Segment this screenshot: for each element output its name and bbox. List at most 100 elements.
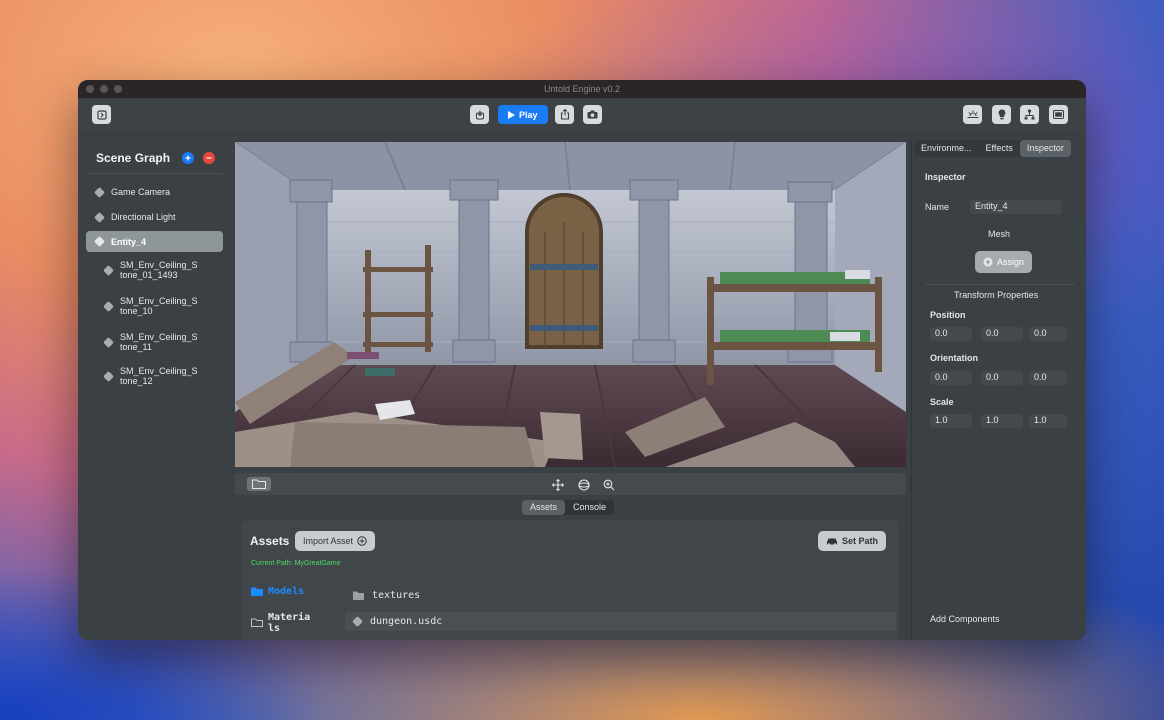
camera-button[interactable] xyxy=(583,105,602,124)
tab-effects[interactable]: Effects xyxy=(979,140,1020,157)
scale-y-field[interactable]: 1.0 xyxy=(981,414,1023,428)
import-asset-label: Import Asset xyxy=(303,536,354,546)
car-icon xyxy=(827,538,837,546)
share-button[interactable] xyxy=(555,105,574,124)
cube-icon xyxy=(94,236,105,247)
category-label: Models xyxy=(268,586,305,597)
tab-console[interactable]: Console xyxy=(565,500,614,515)
current-path: Current Path: MyGreatGame xyxy=(251,560,341,567)
folder-icon xyxy=(251,618,263,627)
bottom-tabs: Assets Console xyxy=(522,500,615,515)
move-icon xyxy=(552,479,564,491)
hierarchy-button[interactable] xyxy=(1020,105,1039,124)
hierarchy-icon xyxy=(1024,109,1035,120)
tab-environment[interactable]: Environme... xyxy=(914,140,979,157)
orientation-label: Orientation xyxy=(930,353,979,363)
file-row-textures[interactable]: textures xyxy=(345,586,896,605)
scale-label: Scale xyxy=(930,397,954,407)
file-name: dungeon.usdc xyxy=(370,616,443,627)
zoom-window-button[interactable] xyxy=(114,85,122,93)
zoom-icon xyxy=(603,479,615,491)
move-tool-button[interactable] xyxy=(552,478,564,496)
position-label: Position xyxy=(930,310,966,320)
position-y-field[interactable]: 0.0 xyxy=(981,327,1023,341)
scene-item-label: Directional Light xyxy=(111,212,176,222)
category-label-wrap: Materia ls xyxy=(268,612,310,634)
position-x-field[interactable]: 0.0 xyxy=(930,327,972,341)
orientation-z-field[interactable]: 0.0 xyxy=(1029,371,1067,385)
file-row-dungeon[interactable]: dungeon.usdc xyxy=(345,612,896,631)
scene-item-label-2: tone_12 xyxy=(120,376,153,386)
title-bar: Untold Engine v0.2 xyxy=(78,80,1086,98)
lightbulb-icon xyxy=(998,109,1005,120)
add-entity-button[interactable] xyxy=(182,152,194,164)
scene-item-directional-light[interactable]: Directional Light xyxy=(86,205,223,229)
panel-toggle-button[interactable] xyxy=(92,105,111,124)
tab-inspector[interactable]: Inspector xyxy=(1019,140,1071,157)
environment-button[interactable] xyxy=(963,105,982,124)
orbit-tool-button[interactable] xyxy=(578,478,590,496)
assign-label: Assign xyxy=(997,257,1025,267)
scene-graph-header: Scene Graph xyxy=(86,142,223,174)
cube-icon xyxy=(103,336,114,348)
scene-item-label: SM_Env_Ceiling_S xyxy=(120,332,198,342)
panel-toggle-icon xyxy=(96,109,107,120)
window-controls xyxy=(86,85,122,93)
tab-assets[interactable]: Assets xyxy=(522,500,566,515)
set-path-button[interactable]: Set Path xyxy=(818,531,887,551)
scene-item-child[interactable]: SM_Env_Ceiling_S tone_12 xyxy=(86,360,223,392)
scene-graph-panel: Scene Graph Game Camera Directional Ligh… xyxy=(86,142,223,390)
scene-viewport[interactable] xyxy=(235,142,906,467)
orientation-x-field[interactable]: 0.0 xyxy=(930,371,972,385)
category-materials[interactable]: Materia ls xyxy=(251,612,310,634)
scene-item-label-wrap: SM_Env_Ceiling_S tone_12 xyxy=(120,366,198,386)
category-label: Materia xyxy=(268,612,311,623)
name-field[interactable]: Entity_4 xyxy=(970,200,1062,214)
folder-icon xyxy=(251,587,263,596)
scene-item-child[interactable]: SM_Env_Ceiling_S tone_01_1493 xyxy=(86,252,223,288)
plus-icon xyxy=(185,155,191,161)
scene-item-label: Game Camera xyxy=(111,187,171,197)
scene-item-label: SM_Env_Ceiling_S xyxy=(120,260,198,270)
remove-entity-button[interactable] xyxy=(203,152,215,164)
sunrise-icon xyxy=(967,110,978,119)
position-z-field[interactable]: 0.0 xyxy=(1029,327,1067,341)
plus-circle-icon xyxy=(983,257,993,267)
bottom-panel: Assets Console Assets Import Asset Set P… xyxy=(235,500,906,640)
play-button[interactable]: Play xyxy=(498,105,548,124)
orientation-y-field[interactable]: 0.0 xyxy=(981,371,1023,385)
zoom-tool-button[interactable] xyxy=(603,478,615,496)
scene-item-label-wrap: SM_Env_Ceiling_S tone_10 xyxy=(120,296,198,316)
minimize-window-button[interactable] xyxy=(100,85,108,93)
dungeon-scene-render xyxy=(235,142,906,467)
scene-item-child[interactable]: SM_Env_Ceiling_S tone_10 xyxy=(86,288,223,324)
window-title: Untold Engine v0.2 xyxy=(543,84,621,94)
folder-icon xyxy=(353,591,364,600)
name-label: Name xyxy=(925,202,950,212)
cube-icon xyxy=(103,264,114,276)
open-folder-button[interactable] xyxy=(247,477,271,491)
editor-window: Untold Engine v0.2 Play Scene Graph Game… xyxy=(78,80,1086,640)
minus-icon xyxy=(206,157,212,159)
cube-icon xyxy=(94,186,105,198)
scene-item-child[interactable]: SM_Env_Ceiling_S tone_11 xyxy=(86,324,223,360)
assets-browser: Assets Import Asset Set Path Current Pat… xyxy=(241,520,899,640)
import-button[interactable] xyxy=(470,105,489,124)
import-asset-button[interactable]: Import Asset xyxy=(295,531,376,551)
cube-icon xyxy=(352,616,363,627)
scale-x-field[interactable]: 1.0 xyxy=(930,414,972,428)
cube-icon xyxy=(103,300,114,312)
window-button[interactable] xyxy=(1049,105,1068,124)
assign-mesh-button[interactable]: Assign xyxy=(975,251,1033,273)
scene-item-entity-4[interactable]: Entity_4 xyxy=(86,231,223,252)
play-label: Play xyxy=(519,109,538,120)
transform-label: Transform Properties xyxy=(954,290,1039,300)
scene-item-game-camera[interactable]: Game Camera xyxy=(86,180,223,204)
cube-icon xyxy=(103,370,114,382)
category-models[interactable]: Models xyxy=(251,586,304,597)
scale-z-field[interactable]: 1.0 xyxy=(1029,414,1067,428)
close-window-button[interactable] xyxy=(86,85,94,93)
light-button[interactable] xyxy=(992,105,1011,124)
add-components-button[interactable]: Add Components xyxy=(930,614,1000,624)
inspector-panel: Environme... Effects Inspector Inspector… xyxy=(911,140,1086,640)
